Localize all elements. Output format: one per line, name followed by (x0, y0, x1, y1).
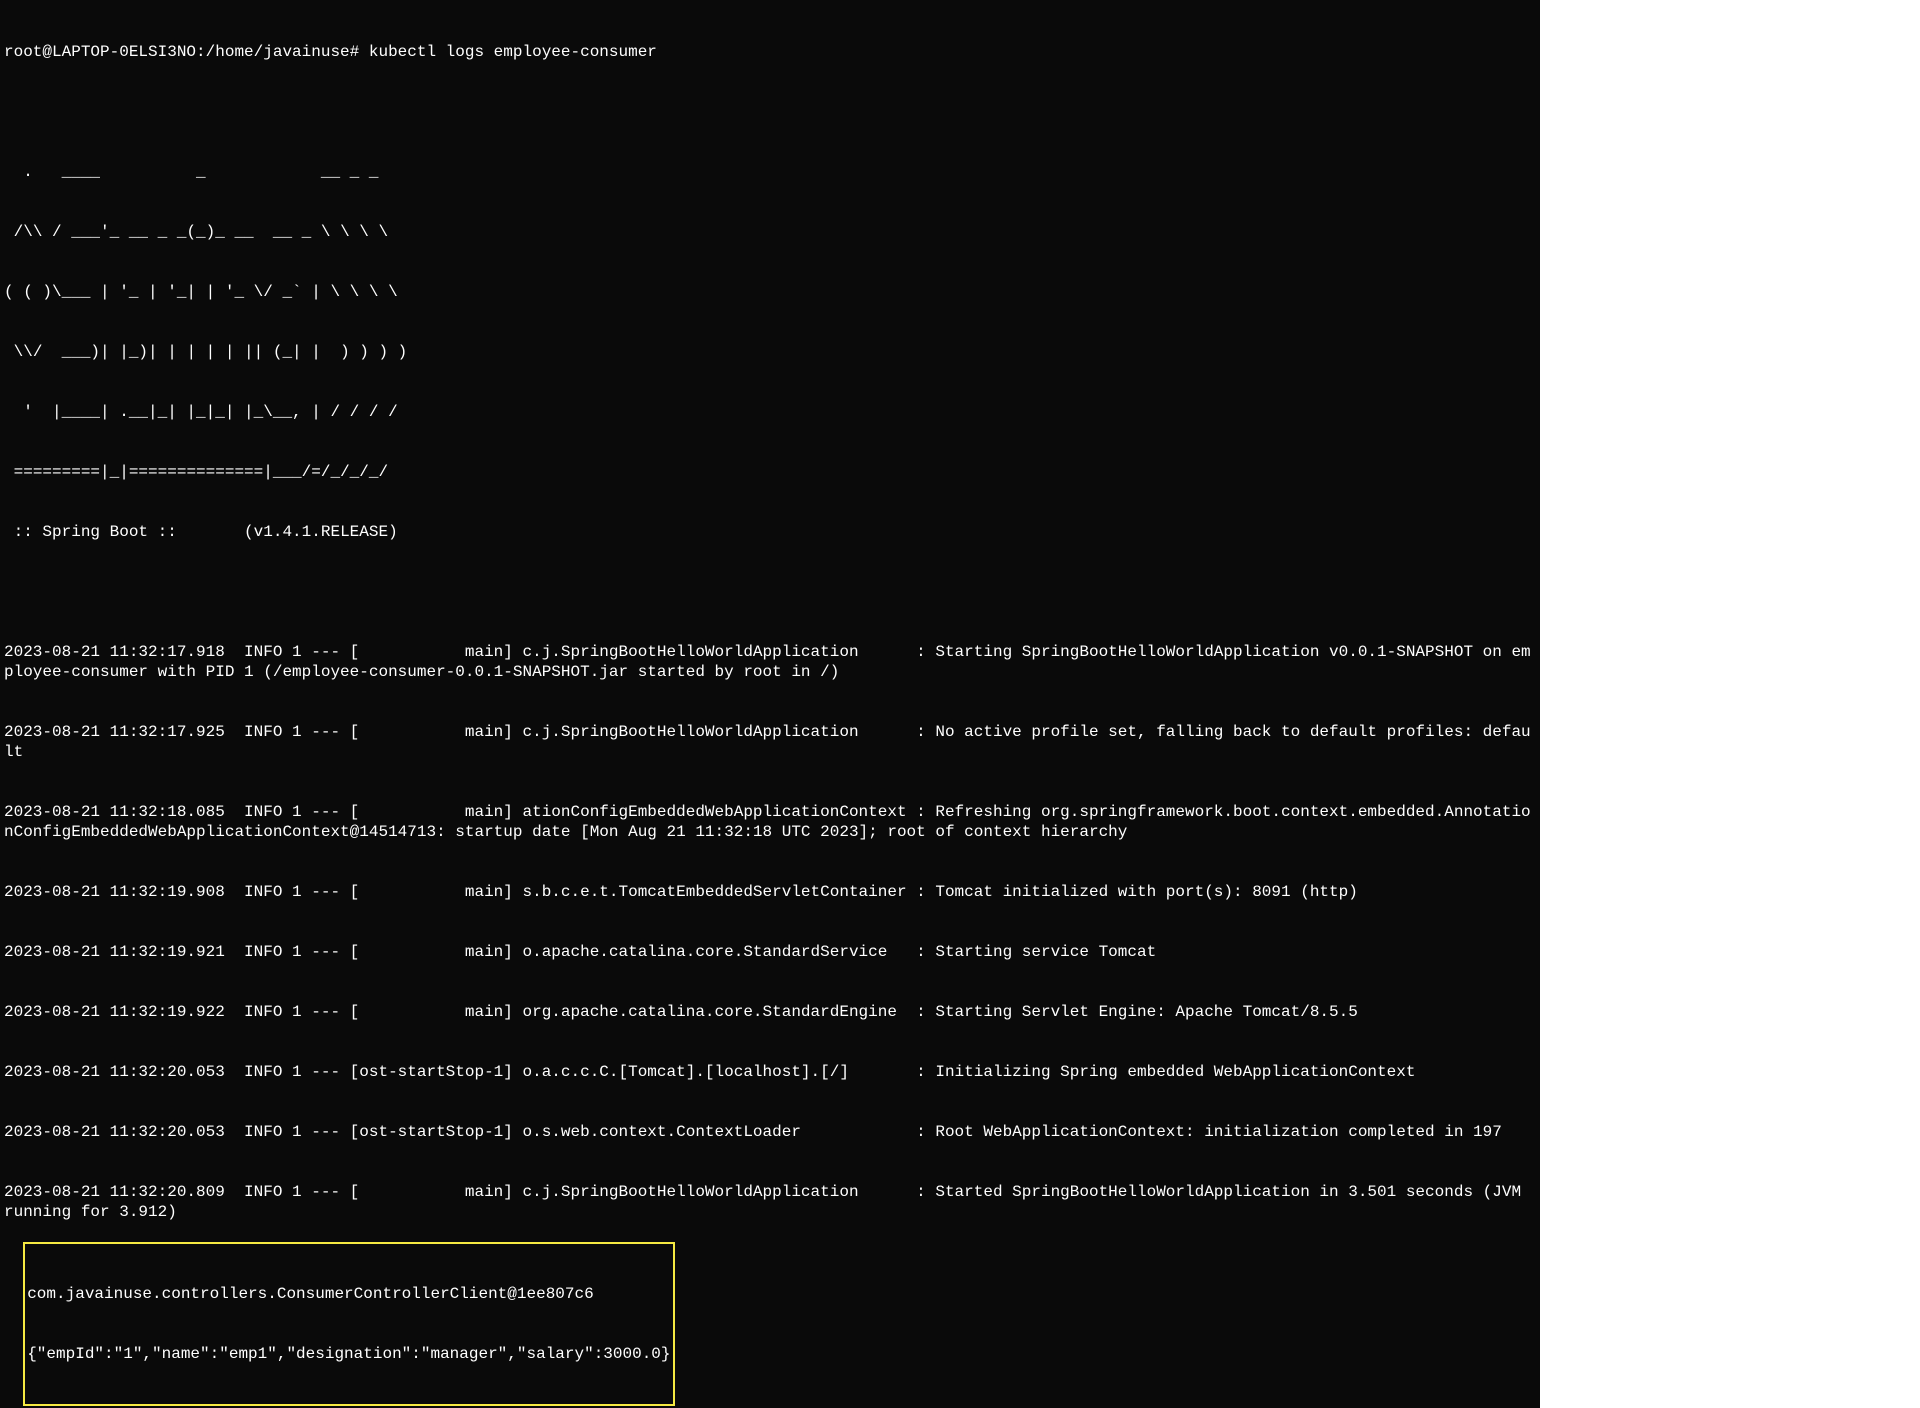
log-line: 2023-08-21 11:32:20.809 INFO 1 --- [ mai… (4, 1182, 1536, 1222)
terminal-window[interactable]: root@LAPTOP-0ELSI3NO:/home/javainuse# ku… (0, 0, 1540, 1408)
log-line: 2023-08-21 11:32:19.921 INFO 1 --- [ mai… (4, 942, 1536, 962)
log-line: 2023-08-21 11:32:19.908 INFO 1 --- [ mai… (4, 882, 1536, 902)
log-line: 2023-08-21 11:32:18.085 INFO 1 --- [ mai… (4, 802, 1536, 842)
output-line: com.javainuse.controllers.ConsumerContro… (27, 1284, 670, 1304)
banner-line: =========|_|==============|___/=/_/_/_/ (4, 462, 1536, 482)
log-line: 2023-08-21 11:32:19.922 INFO 1 --- [ mai… (4, 1002, 1536, 1022)
output-line: {"empId":"1","name":"emp1","designation"… (27, 1344, 670, 1364)
log-line: 2023-08-21 11:32:20.053 INFO 1 --- [ost-… (4, 1062, 1536, 1082)
highlighted-output: com.javainuse.controllers.ConsumerContro… (23, 1242, 674, 1406)
log-line: 2023-08-21 11:32:17.918 INFO 1 --- [ mai… (4, 642, 1536, 682)
banner-line: ( ( )\___ | '_ | '_| | '_ \/ _` | \ \ \ … (4, 282, 1536, 302)
log-line: 2023-08-21 11:32:17.925 INFO 1 --- [ mai… (4, 722, 1536, 762)
banner-line: /\\ / ___'_ __ _ _(_)_ __ __ _ \ \ \ \ (4, 222, 1536, 242)
log-line: 2023-08-21 11:32:20.053 INFO 1 --- [ost-… (4, 1122, 1536, 1142)
prompt-line: root@LAPTOP-0ELSI3NO:/home/javainuse# ku… (4, 42, 1536, 62)
banner-line: ' |____| .__|_| |_|_| |_\__, | / / / / (4, 402, 1536, 422)
blank-line (4, 582, 1536, 602)
banner-line: :: Spring Boot :: (v1.4.1.RELEASE) (4, 522, 1536, 542)
banner-line: . ____ _ __ _ _ (4, 162, 1536, 182)
blank-line (4, 102, 1536, 122)
banner-line: \\/ ___)| |_)| | | | | || (_| | ) ) ) ) (4, 342, 1536, 362)
